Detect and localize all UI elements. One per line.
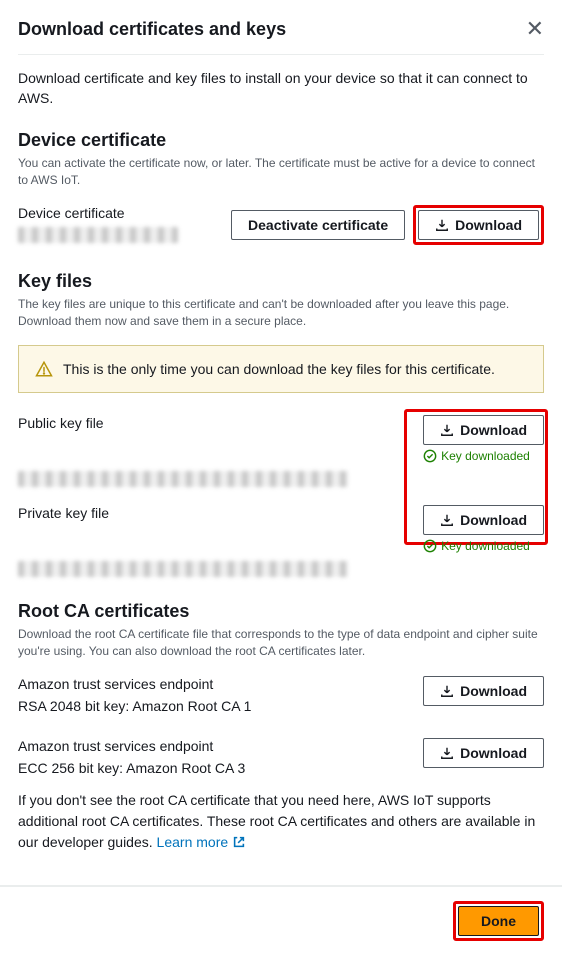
- key-files-warning: This is the only time you can download t…: [18, 345, 544, 393]
- endpoint2-key: ECC 256 bit key: Amazon Root CA 3: [18, 760, 423, 776]
- modal-title: Download certificates and keys: [18, 19, 286, 40]
- private-key-downloaded-status: Key downloaded: [423, 539, 530, 553]
- endpoint2-label: Amazon trust services endpoint: [18, 738, 423, 754]
- close-icon[interactable]: ✕: [526, 18, 544, 40]
- download-root-ca-1-button[interactable]: Download: [423, 676, 544, 706]
- check-circle-icon: [423, 449, 437, 463]
- endpoint1-label: Amazon trust services endpoint: [18, 676, 423, 692]
- device-cert-heading: Device certificate: [18, 130, 544, 151]
- root-ca-footnote: If you don't see the root CA certificate…: [18, 790, 544, 853]
- download-icon: [435, 218, 449, 232]
- private-key-label: Private key file: [18, 505, 423, 521]
- root-ca-desc: Download the root CA certificate file th…: [18, 626, 544, 660]
- download-icon: [440, 684, 454, 698]
- download-label: Download: [460, 745, 527, 761]
- download-label: Download: [460, 512, 527, 528]
- download-public-key-button[interactable]: Download: [423, 415, 544, 445]
- warning-text: This is the only time you can download t…: [63, 361, 495, 377]
- private-key-filename-redacted: [18, 561, 348, 577]
- download-private-key-button[interactable]: Download: [423, 505, 544, 535]
- warning-icon: [35, 360, 53, 378]
- intro-text: Download certificate and key files to in…: [18, 69, 544, 108]
- external-link-icon: [232, 835, 246, 849]
- download-root-ca-3-button[interactable]: Download: [423, 738, 544, 768]
- device-cert-desc: You can activate the certificate now, or…: [18, 155, 544, 189]
- done-button[interactable]: Done: [458, 906, 539, 936]
- check-circle-icon: [423, 539, 437, 553]
- public-key-downloaded-status: Key downloaded: [423, 449, 530, 463]
- download-label: Download: [460, 683, 527, 699]
- public-key-filename-redacted: [18, 471, 348, 487]
- key-files-heading: Key files: [18, 271, 544, 292]
- device-cert-id-redacted: [18, 227, 178, 243]
- download-label: Download: [460, 422, 527, 438]
- deactivate-certificate-button[interactable]: Deactivate certificate: [231, 210, 405, 240]
- public-key-label: Public key file: [18, 415, 423, 431]
- key-files-desc: The key files are unique to this certifi…: [18, 296, 544, 330]
- download-icon: [440, 423, 454, 437]
- root-ca-heading: Root CA certificates: [18, 601, 544, 622]
- download-label: Download: [455, 217, 522, 233]
- download-device-cert-button[interactable]: Download: [418, 210, 539, 240]
- endpoint1-key: RSA 2048 bit key: Amazon Root CA 1: [18, 698, 423, 714]
- device-cert-label: Device certificate: [18, 205, 231, 221]
- learn-more-link[interactable]: Learn more: [157, 832, 247, 853]
- download-icon: [440, 746, 454, 760]
- download-icon: [440, 513, 454, 527]
